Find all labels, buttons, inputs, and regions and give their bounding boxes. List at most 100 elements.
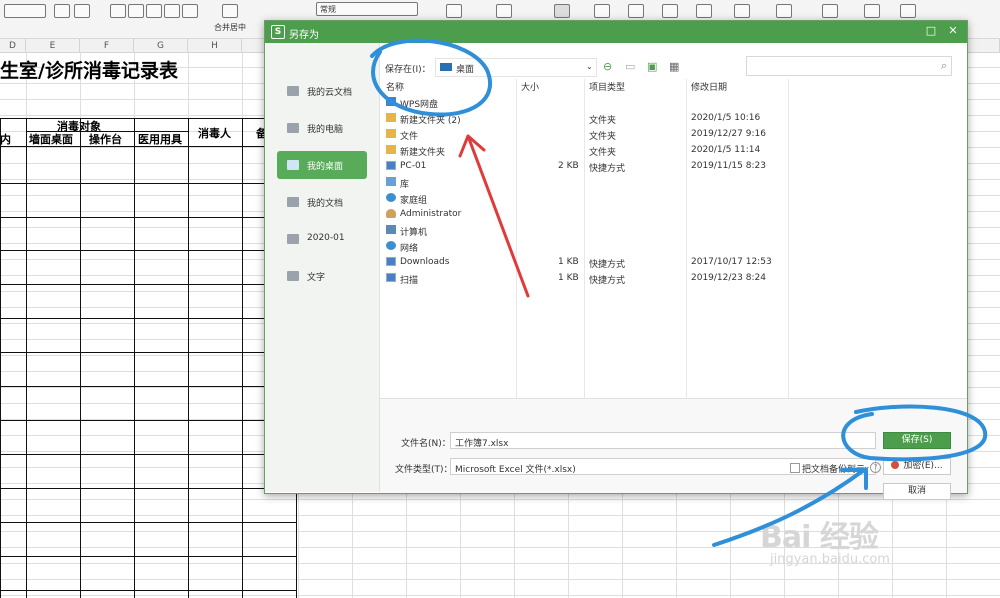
file-row[interactable]: 文件 文件夹 2019/12/27 9:16 bbox=[380, 126, 967, 142]
file-type: 快捷方式 bbox=[589, 260, 626, 270]
file-row[interactable]: 扫描 1 KB 快捷方式 2019/12/23 8:24 bbox=[380, 270, 967, 286]
header-wall-desk: 墙面桌面 bbox=[29, 133, 73, 146]
file-name: 家庭组 bbox=[400, 196, 428, 206]
filename-value: 工作簿7.xlsx bbox=[455, 439, 509, 449]
folder-icon bbox=[386, 129, 396, 138]
sidebar-item-my-computer[interactable]: 我的电脑 bbox=[277, 114, 367, 142]
file-row[interactable]: 计算机 bbox=[380, 222, 967, 238]
column-type[interactable]: 项目类型 bbox=[589, 80, 625, 93]
save-location-select[interactable]: 桌面 ⌄ bbox=[435, 58, 597, 77]
font-grow-icon[interactable] bbox=[54, 4, 70, 18]
align-middle-icon[interactable] bbox=[128, 4, 144, 18]
column-name[interactable]: 名称 bbox=[386, 80, 404, 93]
header-partial-left: 内 bbox=[0, 133, 11, 146]
file-modified: 2019/11/15 8:23 bbox=[691, 161, 766, 171]
desktop-icon bbox=[287, 160, 299, 170]
baidu-watermark: Bai 经验 bbox=[760, 520, 879, 555]
file-row[interactable]: WPS网盘 bbox=[380, 94, 967, 110]
encrypt-button[interactable]: 加密(E)... bbox=[883, 458, 951, 475]
save-button[interactable]: 保存(S) bbox=[883, 432, 951, 449]
save-as-dialog: S 另存为 □ ✕ 我的云文档 我的电脑 我的桌面 我的文档 2020-01 文… bbox=[264, 20, 968, 500]
column-header-f[interactable]: F bbox=[80, 39, 134, 53]
file-name: 文件 bbox=[400, 132, 419, 142]
save-options-panel: 文件名(N)： 工作簿7.xlsx 文件类型(T)： Microsoft Exc… bbox=[380, 398, 967, 500]
backup-checkbox[interactable] bbox=[790, 463, 800, 473]
table-line bbox=[0, 386, 296, 387]
symbol-icon[interactable] bbox=[900, 4, 916, 18]
column-header-h[interactable]: H bbox=[188, 39, 242, 53]
shortcut-icon bbox=[386, 273, 396, 282]
file-row[interactable]: Administrator bbox=[380, 206, 967, 222]
column-modified[interactable]: 修改日期 bbox=[691, 80, 727, 93]
sort-icon[interactable] bbox=[662, 4, 678, 18]
column-size[interactable]: 大小 bbox=[521, 80, 539, 93]
table-line bbox=[0, 118, 296, 119]
worksheet-icon[interactable] bbox=[776, 4, 792, 18]
sidebar-item-label: 我的云文档 bbox=[307, 88, 353, 98]
sidebar-item-text[interactable]: 文字 bbox=[277, 262, 367, 290]
help-icon[interactable]: ? bbox=[870, 462, 881, 473]
doc-helper-icon[interactable] bbox=[554, 4, 570, 18]
sidebar-item-desktop[interactable]: 我的桌面 bbox=[277, 151, 367, 179]
lock-icon bbox=[891, 461, 900, 469]
file-type: 快捷方式 bbox=[589, 276, 626, 286]
chevron-down-icon[interactable]: ⌄ bbox=[586, 62, 593, 71]
table-line bbox=[0, 556, 296, 557]
merge-center-icon[interactable] bbox=[222, 4, 238, 18]
conditional-format-icon[interactable] bbox=[446, 4, 462, 18]
sidebar-item-my-documents[interactable]: 我的文档 bbox=[277, 188, 367, 216]
freeze-pane-icon[interactable] bbox=[822, 4, 838, 18]
file-row[interactable]: 网络 bbox=[380, 238, 967, 254]
wrap-text-icon[interactable] bbox=[164, 4, 180, 18]
column-header-g[interactable]: G bbox=[134, 39, 188, 53]
close-icon[interactable]: ✕ bbox=[947, 25, 959, 37]
text-direction-icon[interactable] bbox=[182, 4, 198, 18]
merge-center-label[interactable]: 合并居中 bbox=[214, 22, 246, 33]
table-line bbox=[188, 118, 189, 598]
file-row[interactable]: 库 bbox=[380, 174, 967, 190]
filter-icon[interactable] bbox=[628, 4, 644, 18]
table-line bbox=[242, 118, 243, 598]
file-row[interactable]: Downloads 1 KB 快捷方式 2017/10/17 12:53 bbox=[380, 254, 967, 270]
align-top-icon[interactable] bbox=[110, 4, 126, 18]
lib-icon bbox=[386, 177, 396, 186]
file-row[interactable]: PC-01 2 KB 快捷方式 2019/11/15 8:23 bbox=[380, 158, 967, 174]
file-type: 文件夹 bbox=[589, 116, 617, 126]
cancel-button[interactable]: 取消 bbox=[883, 483, 951, 500]
cloud-icon bbox=[287, 86, 299, 96]
dialog-title: 另存为 bbox=[289, 30, 319, 41]
file-row[interactable]: 家庭组 bbox=[380, 190, 967, 206]
file-row[interactable]: 新建文件夹 文件夹 2020/1/5 11:14 bbox=[380, 142, 967, 158]
column-header-d[interactable]: D bbox=[0, 39, 26, 53]
table-style-icon[interactable] bbox=[496, 4, 512, 18]
folder-icon bbox=[386, 145, 396, 154]
row-col-icon[interactable] bbox=[734, 4, 750, 18]
table-line bbox=[0, 522, 296, 523]
file-name: Downloads bbox=[400, 257, 450, 267]
maximize-icon[interactable]: □ bbox=[925, 25, 937, 37]
filetype-label: 文件类型(T)： bbox=[395, 465, 453, 475]
folder-icon bbox=[287, 271, 299, 281]
sidebar-item-2020-01[interactable]: 2020-01 bbox=[277, 225, 367, 253]
file-list[interactable]: 名称 大小 项目类型 修改日期 WPS网盘 新建文件夹 (2) 文件夹 2020/1/… bbox=[380, 79, 967, 398]
file-row[interactable]: 新建文件夹 (2) 文件夹 2020/1/5 10:16 bbox=[380, 110, 967, 126]
file-name: 新建文件夹 (2) bbox=[400, 116, 461, 126]
sidebar-item-cloud-docs[interactable]: 我的云文档 bbox=[277, 77, 367, 105]
view-mode-icon[interactable]: ▦ bbox=[669, 60, 679, 73]
font-shrink-icon[interactable] bbox=[74, 4, 90, 18]
up-folder-icon[interactable]: ▭ bbox=[625, 60, 635, 73]
dialog-titlebar[interactable]: S 另存为 □ ✕ bbox=[265, 21, 967, 43]
sidebar-item-label: 我的电脑 bbox=[307, 125, 344, 135]
column-header-e[interactable]: E bbox=[26, 39, 80, 53]
font-size-select[interactable] bbox=[4, 4, 46, 18]
new-folder-icon[interactable]: ▣ bbox=[647, 60, 657, 73]
sum-icon[interactable] bbox=[594, 4, 610, 18]
filename-input[interactable]: 工作簿7.xlsx bbox=[450, 432, 876, 449]
find-icon[interactable] bbox=[864, 4, 880, 18]
back-icon[interactable]: ⊖ bbox=[603, 60, 612, 73]
search-input[interactable]: ⌕ bbox=[746, 56, 952, 76]
align-bottom-icon[interactable] bbox=[146, 4, 162, 18]
search-icon[interactable]: ⌕ bbox=[941, 59, 947, 73]
format-icon[interactable] bbox=[696, 4, 712, 18]
save-location-value: 桌面 bbox=[456, 65, 475, 75]
